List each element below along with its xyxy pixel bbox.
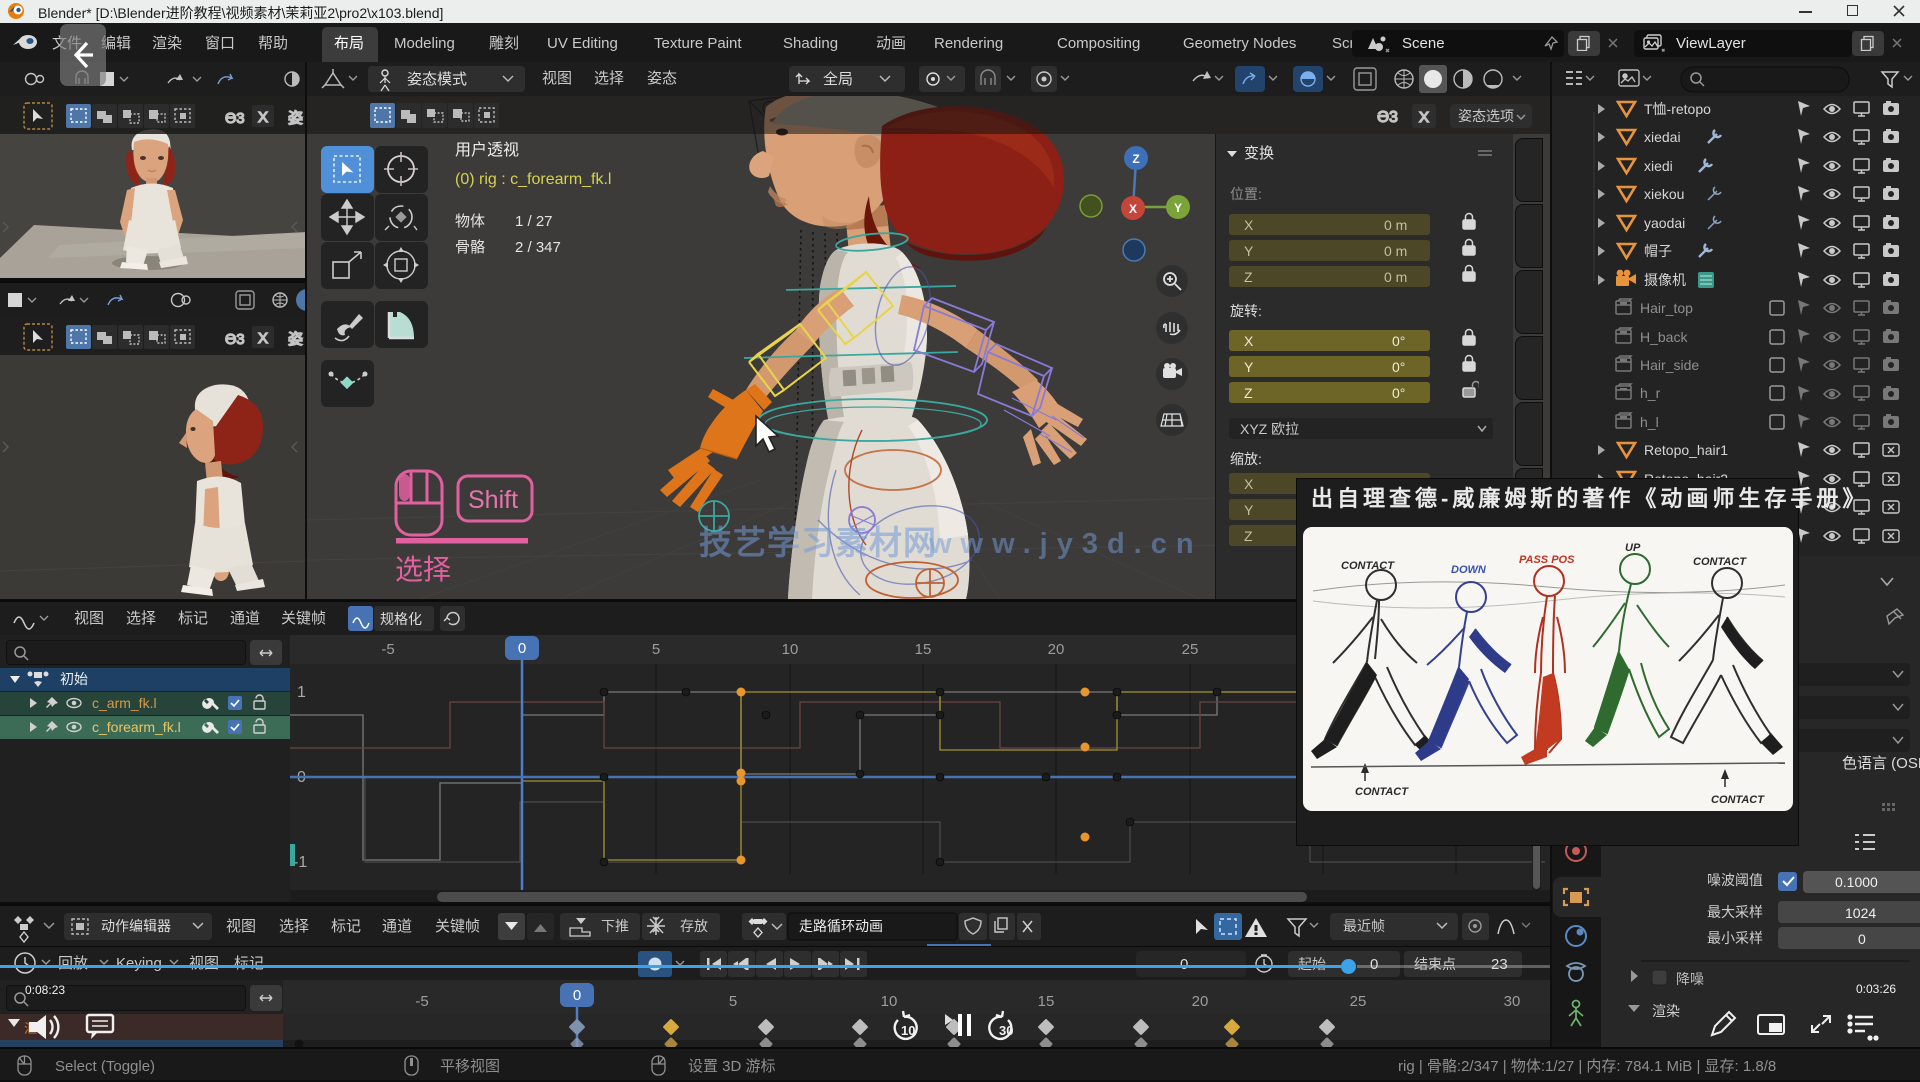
svg-text:选择: 选择 — [395, 554, 451, 585]
svg-text:-1: -1 — [293, 854, 307, 871]
svg-text:姿: 姿 — [288, 110, 303, 127]
svg-text:X: X — [1129, 202, 1137, 216]
svg-text:CONTACT: CONTACT — [1355, 786, 1409, 798]
svg-text:Retopo_hair1: Retopo_hair1 — [1644, 442, 1728, 458]
svg-text:20: 20 — [1192, 993, 1209, 1010]
svg-text:1: 1 — [297, 684, 306, 701]
svg-text:10: 10 — [782, 641, 799, 658]
svg-text:Y: Y — [1174, 201, 1182, 215]
svg-text:X: X — [258, 330, 268, 347]
svg-text:xiedai: xiedai — [1644, 129, 1681, 145]
svg-text:PASS POS: PASS POS — [1519, 554, 1575, 566]
svg-text:30: 30 — [999, 1023, 1013, 1038]
svg-text:Ə3: Ə3 — [225, 110, 245, 127]
svg-text:0: 0 — [573, 987, 581, 1004]
svg-text:Hair_side: Hair_side — [1640, 357, 1699, 373]
svg-text:DOWN: DOWN — [1451, 564, 1487, 576]
svg-text:15: 15 — [915, 641, 932, 658]
svg-text:30: 30 — [1504, 993, 1521, 1010]
svg-text:-5: -5 — [381, 641, 394, 658]
svg-text:h_l: h_l — [1640, 414, 1659, 430]
svg-text:H_back: H_back — [1640, 329, 1688, 345]
svg-text:T恤-retopo: T恤-retopo — [1644, 101, 1711, 117]
svg-text:yaodai: yaodai — [1644, 215, 1685, 231]
svg-text:CONTACT: CONTACT — [1341, 560, 1395, 572]
svg-text:Z: Z — [1132, 152, 1139, 166]
svg-text:xiekou: xiekou — [1644, 186, 1684, 202]
svg-text:-5: -5 — [415, 993, 428, 1010]
svg-text:10: 10 — [901, 1023, 915, 1038]
svg-text:Shift: Shift — [468, 486, 518, 514]
svg-text:帽子: 帽子 — [1644, 243, 1672, 259]
svg-text:X: X — [258, 109, 268, 126]
svg-text:20: 20 — [1048, 641, 1065, 658]
svg-text:UP: UP — [1625, 542, 1641, 554]
svg-text:25: 25 — [1182, 641, 1199, 658]
svg-text:5: 5 — [652, 641, 660, 658]
svg-text:姿: 姿 — [288, 331, 303, 348]
svg-text:摄像机: 摄像机 — [1644, 272, 1686, 288]
svg-text:CONTACT: CONTACT — [1693, 556, 1747, 568]
svg-text:Ə3: Ə3 — [225, 331, 245, 348]
svg-text:Hair_top: Hair_top — [1640, 300, 1693, 316]
svg-text:25: 25 — [1350, 993, 1367, 1010]
svg-text:5: 5 — [729, 993, 737, 1010]
svg-text:xiedi: xiedi — [1644, 158, 1673, 174]
svg-text:X: X — [1419, 109, 1429, 126]
svg-text:h_r: h_r — [1640, 385, 1661, 401]
svg-text:0: 0 — [518, 640, 526, 657]
svg-text:Ə3: Ə3 — [1377, 109, 1398, 126]
svg-text:CONTACT: CONTACT — [1711, 794, 1765, 806]
